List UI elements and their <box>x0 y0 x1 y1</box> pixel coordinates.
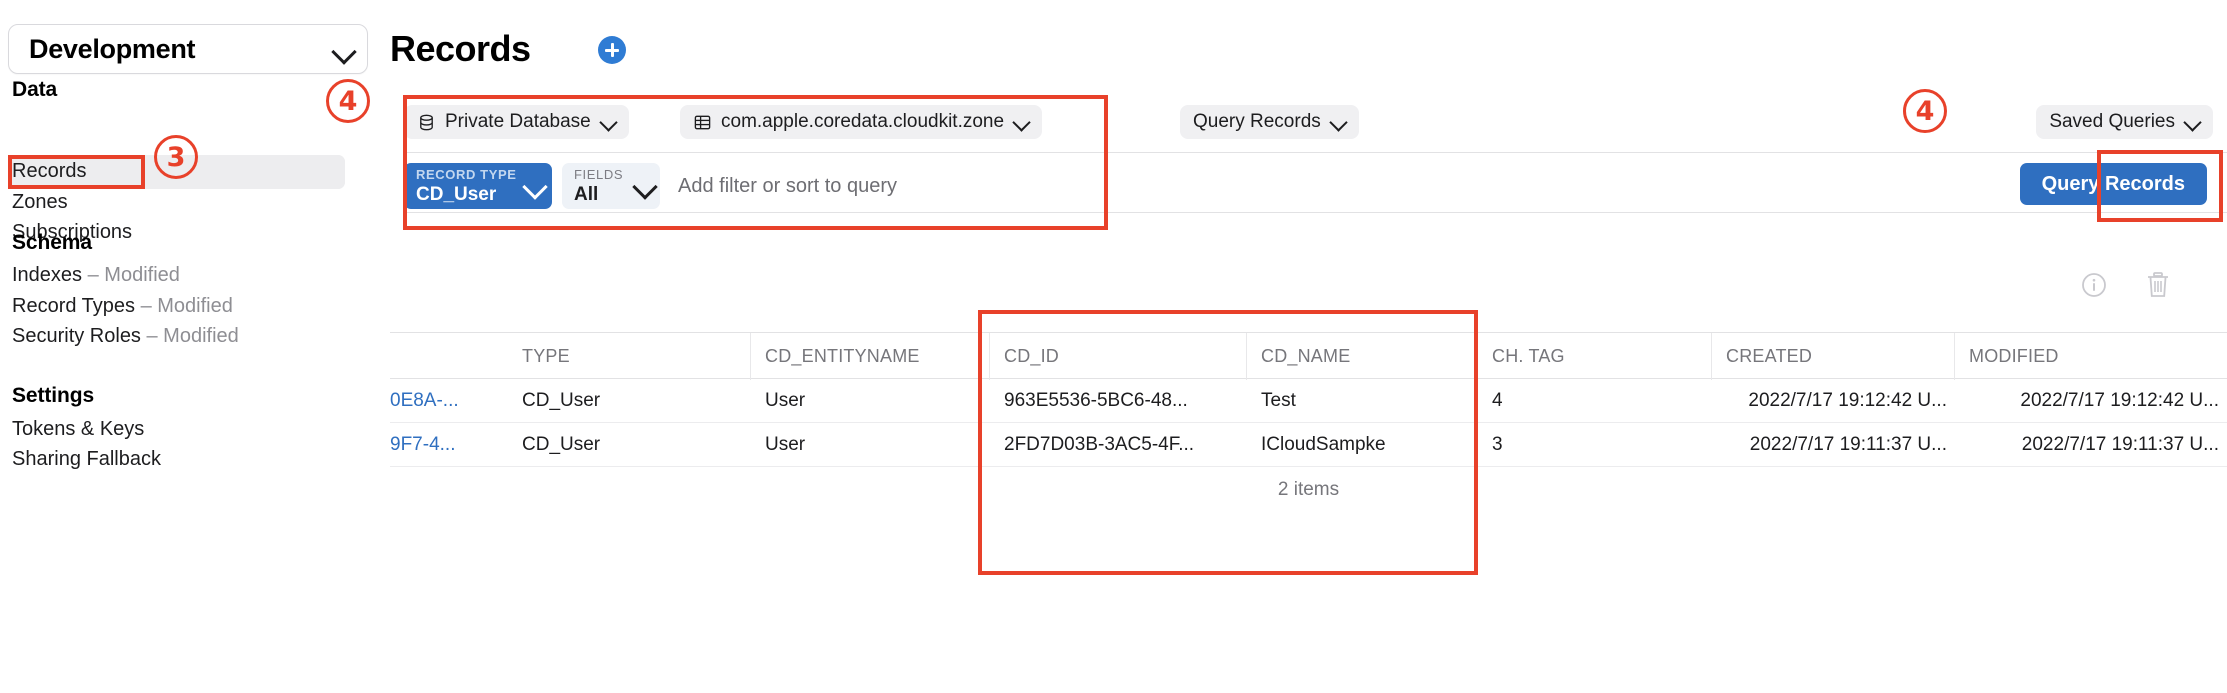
table-header-cell[interactable]: CH. TAG <box>1478 333 1712 380</box>
query-type-label: Query Records <box>1193 111 1321 132</box>
table-footer-count: 2 items <box>1277 479 1340 500</box>
sidebar-group-title-data: Data <box>12 78 58 101</box>
sidebar-item-records[interactable]: Records <box>12 160 86 183</box>
table-cell-ch-tag: 4 <box>1492 390 1503 411</box>
sidebar-item-label: Indexes <box>12 264 83 286</box>
record-name-link[interactable]: 0E8A-... <box>390 379 508 423</box>
divider <box>404 212 2227 213</box>
table-cell-created: 2022/7/17 19:12:42 U... <box>1748 390 1947 411</box>
chevron-down-icon <box>1013 114 1029 130</box>
sidebar: Development Data Records Zones Subscript… <box>0 0 390 693</box>
database-icon <box>417 113 436 132</box>
table-footer: 2 items <box>390 467 2227 513</box>
sidebar-item-zones[interactable]: Zones <box>12 191 68 214</box>
sidebar-item-record-types[interactable]: Record Types – Modified <box>12 295 233 318</box>
table-header-cell[interactable]: MODIFIED <box>1955 333 2227 380</box>
record-name-link[interactable]: 9F7-4... <box>390 423 508 467</box>
sidebar-item-label: Security Roles <box>12 325 141 347</box>
table-cell-cd-id: 2FD7D03B-3AC5-4F... <box>1004 434 1195 455</box>
sidebar-item-status: – Modified <box>135 295 233 317</box>
sidebar-item-security-roles[interactable]: Security Roles – Modified <box>12 325 239 348</box>
table-row[interactable]: 9F7-4... CD_User User 2FD7D03B-3AC5-4F..… <box>390 423 2227 467</box>
sidebar-item-status: – Modified <box>140 325 239 347</box>
table-cell-type: CD_User <box>522 390 601 411</box>
table-header-cell[interactable]: CREATED <box>1712 333 1955 380</box>
table-cell-type: CD_User <box>522 434 601 455</box>
zone-selector-label: com.apple.coredata.cloudkit.zone <box>721 111 1005 132</box>
table-cell-cd-name: Test <box>1261 390 1296 411</box>
table-header-cell[interactable]: CD_ID <box>990 333 1247 380</box>
chevron-down-icon <box>524 176 540 192</box>
sidebar-item-label: Records <box>12 160 87 182</box>
environment-selector[interactable]: Development <box>8 24 368 74</box>
plus-icon <box>610 43 614 57</box>
sidebar-item-label: Record Types <box>12 295 136 317</box>
sidebar-item-status: – Modified <box>82 264 180 286</box>
trash-icon[interactable] <box>2145 271 2171 299</box>
sidebar-group-title-settings: Settings <box>12 384 95 407</box>
query-records-button-label: Query Records <box>2041 172 2185 195</box>
table-cell-cd-name: ICloudSampke <box>1261 434 1386 455</box>
table-cell-entityname: User <box>765 434 806 455</box>
table-cell-created: 2022/7/17 19:11:37 U... <box>1749 434 1947 455</box>
table-cell-ch-tag: 3 <box>1492 434 1503 455</box>
divider <box>404 152 2227 153</box>
database-selector-label: Private Database <box>445 111 591 132</box>
sidebar-item-indexes[interactable]: Indexes – Modified <box>12 264 180 287</box>
environment-label: Development <box>29 33 196 64</box>
table-header-row: TYPE CD_ENTITYNAME CD_ID CD_NAME CH. TAG… <box>390 332 2227 380</box>
saved-queries-button[interactable]: Saved Queries <box>2036 105 2213 139</box>
chevron-down-icon <box>634 176 650 192</box>
sidebar-item-sharing-fallback[interactable]: Sharing Fallback <box>12 448 161 471</box>
query-type-selector[interactable]: Query Records <box>1180 105 1359 139</box>
table-header-cell[interactable]: CD_NAME <box>1247 333 1478 380</box>
table-cell-modified: 2022/7/17 19:11:37 U... <box>2021 434 2219 455</box>
database-selector[interactable]: Private Database <box>404 105 629 139</box>
query-records-button[interactable]: Query Records <box>2019 163 2207 205</box>
sidebar-item-tokens-keys[interactable]: Tokens & Keys <box>12 418 144 441</box>
table-icon <box>693 113 712 132</box>
saved-queries-label: Saved Queries <box>2049 111 2175 132</box>
main-content: Records Private Database com.apple.cored… <box>390 0 2227 693</box>
sidebar-item-label: Sharing Fallback <box>12 448 161 470</box>
table-header-cell[interactable]: TYPE <box>508 333 751 380</box>
zone-selector[interactable]: com.apple.coredata.cloudkit.zone <box>680 105 1043 139</box>
filter-input-placeholder[interactable]: Add filter or sort to query <box>678 175 897 198</box>
table-row[interactable]: 0E8A-... CD_User User 963E5536-5BC6-48..… <box>390 379 2227 423</box>
table-cell-entityname: User <box>765 390 806 411</box>
info-circle-icon[interactable] <box>2081 272 2107 298</box>
sidebar-item-label: Zones <box>12 191 68 213</box>
chevron-down-icon <box>1330 114 1346 130</box>
chevron-down-icon <box>333 41 349 57</box>
sidebar-item-label: Tokens & Keys <box>12 418 145 440</box>
records-table: TYPE CD_ENTITYNAME CD_ID CD_NAME CH. TAG… <box>390 332 2227 513</box>
add-record-button[interactable] <box>598 36 626 64</box>
chevron-down-icon <box>600 114 616 130</box>
table-header-cell[interactable]: CD_ENTITYNAME <box>751 333 990 380</box>
table-header-cell[interactable] <box>390 333 508 380</box>
chevron-down-icon <box>2184 114 2200 130</box>
table-cell-cd-id: 963E5536-5BC6-48... <box>1004 390 1188 411</box>
table-cell-modified: 2022/7/17 19:12:42 U... <box>2020 390 2219 411</box>
sidebar-group-title-schema: Schema <box>12 231 92 254</box>
page-title: Records <box>390 28 531 69</box>
record-type-selector[interactable]: RECORD TYPE CD_User <box>404 163 552 209</box>
fields-selector[interactable]: FIELDS All <box>562 163 660 209</box>
